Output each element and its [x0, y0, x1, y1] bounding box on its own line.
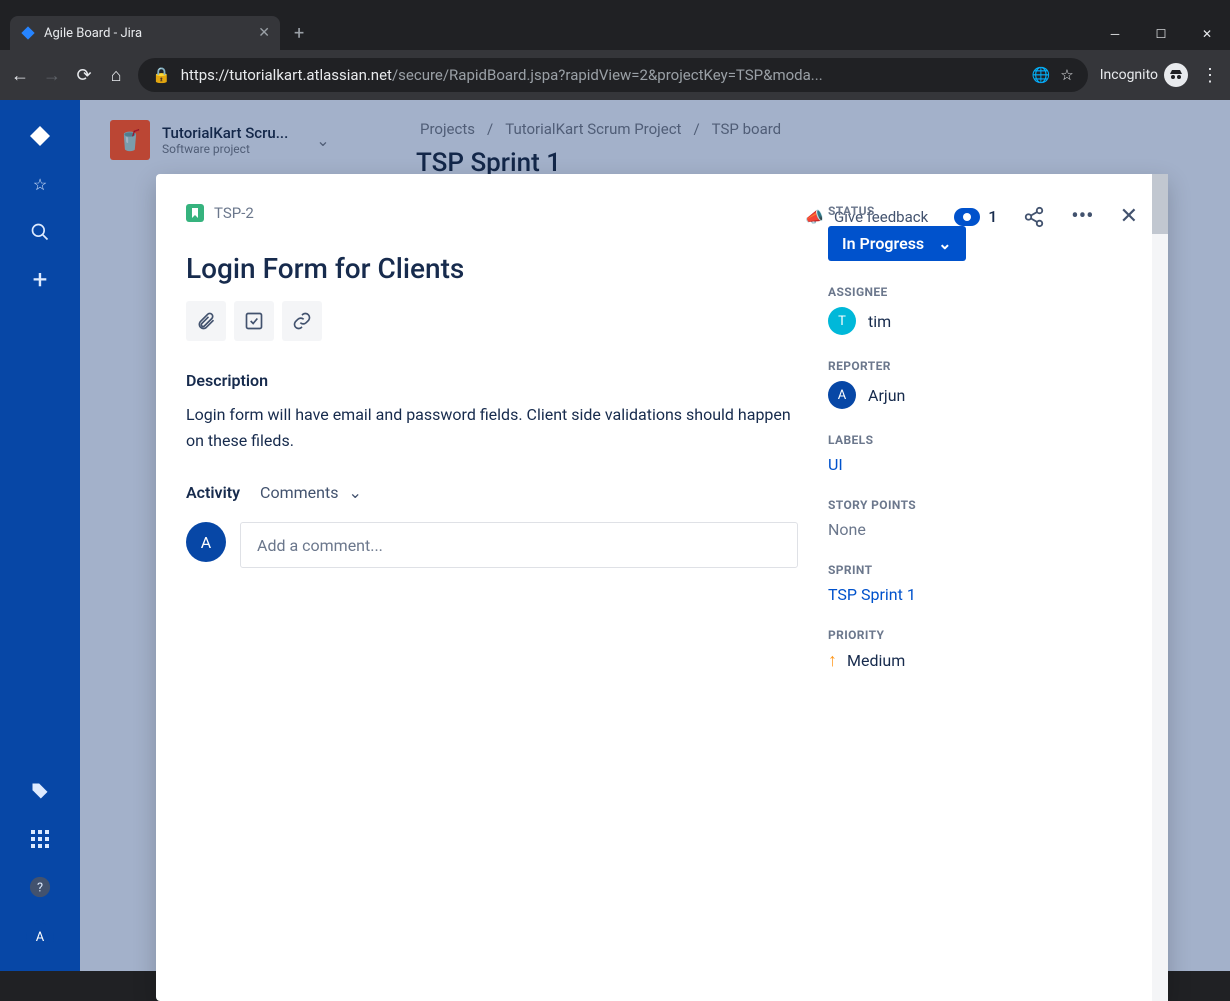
assignee-name: tim: [868, 312, 891, 331]
url-text: https://tutorialkart.atlassian.net/secur…: [181, 66, 823, 84]
star-icon[interactable]: ☆: [28, 172, 52, 196]
assignee-field[interactable]: T tim: [828, 307, 1138, 335]
sprint-link[interactable]: TSP Sprint 1: [828, 585, 916, 604]
home-button[interactable]: ⌂: [106, 65, 126, 85]
address-bar[interactable]: 🔒 https://tutorialkart.atlassian.net/sec…: [138, 58, 1088, 92]
give-feedback-button[interactable]: 📣 Give feedback: [805, 208, 828, 226]
label-value[interactable]: UI: [828, 455, 843, 474]
tag-icon[interactable]: [28, 779, 52, 803]
translate-icon[interactable]: 🌐: [1032, 66, 1051, 84]
tab-close-icon[interactable]: ✕: [258, 25, 270, 41]
create-icon[interactable]: +: [28, 268, 52, 292]
status-label: STATUS: [828, 204, 1138, 218]
status-dropdown[interactable]: In Progress ⌄: [828, 226, 966, 261]
description-label: Description: [186, 371, 798, 390]
new-tab-button[interactable]: +: [294, 23, 304, 44]
bookmark-star-icon[interactable]: ☆: [1060, 66, 1073, 84]
user-avatar[interactable]: A: [26, 923, 54, 951]
assignee-avatar: T: [828, 307, 856, 335]
window-maximize-button[interactable]: ☐: [1138, 18, 1184, 50]
megaphone-icon: 📣: [805, 208, 824, 226]
add-link-button[interactable]: [282, 301, 322, 341]
activity-label: Activity: [186, 483, 240, 502]
search-icon[interactable]: [28, 220, 52, 244]
reporter-field[interactable]: A Arjun: [828, 381, 1138, 409]
description-body[interactable]: Login form will have email and password …: [186, 402, 798, 453]
status-value: In Progress: [842, 234, 924, 253]
activity-filter-label: Comments: [260, 483, 338, 502]
issue-modal: TSP-2 📣 Give feedback 1 ••• ✕ Login Fo: [156, 174, 1168, 1001]
chevron-down-icon: ⌄: [348, 483, 361, 502]
scrollbar[interactable]: [1152, 174, 1168, 1001]
add-checklist-button[interactable]: [234, 301, 274, 341]
sprint-label: SPRINT: [828, 563, 1138, 577]
back-button[interactable]: ←: [10, 65, 30, 85]
attach-button[interactable]: [186, 301, 226, 341]
reporter-avatar: A: [828, 381, 856, 409]
comment-input[interactable]: Add a comment...: [240, 522, 798, 568]
storypoints-label: STORY POINTS: [828, 498, 1138, 512]
app-switcher-icon[interactable]: [28, 827, 52, 851]
incognito-icon: [1164, 63, 1188, 87]
assignee-label: ASSIGNEE: [828, 285, 1138, 299]
incognito-badge: Incognito: [1100, 63, 1188, 87]
issue-title[interactable]: Login Form for Clients: [186, 252, 798, 285]
priority-field[interactable]: ↑ Medium: [828, 650, 1138, 671]
labels-label: LABELS: [828, 433, 1138, 447]
browser-tab[interactable]: Agile Board - Jira ✕: [10, 16, 280, 50]
issue-key[interactable]: TSP-2: [214, 204, 254, 222]
browser-menu-icon[interactable]: ⋮: [1200, 65, 1220, 85]
forward-button[interactable]: →: [42, 65, 62, 85]
storypoints-value[interactable]: None: [828, 520, 1138, 539]
priority-medium-icon: ↑: [828, 650, 837, 671]
jira-home-icon[interactable]: [28, 124, 52, 148]
svg-text:?: ?: [37, 881, 43, 896]
story-icon: [186, 204, 204, 222]
jira-global-sidebar: ☆ + ? A: [0, 100, 80, 971]
activity-filter[interactable]: Comments ⌄: [260, 483, 362, 502]
chevron-down-icon: ⌄: [938, 234, 951, 253]
tab-title: Agile Board - Jira: [44, 26, 142, 41]
current-user-avatar: A: [186, 522, 226, 562]
lock-icon: 🔒: [152, 66, 171, 84]
priority-label: PRIORITY: [828, 628, 1138, 642]
reporter-label: REPORTER: [828, 359, 1138, 373]
reload-button[interactable]: ⟳: [74, 65, 94, 85]
jira-favicon: [20, 25, 36, 41]
help-icon[interactable]: ?: [28, 875, 52, 899]
comment-placeholder: Add a comment...: [257, 536, 383, 555]
priority-value: Medium: [847, 651, 905, 670]
window-minimize-button[interactable]: ─: [1092, 18, 1138, 50]
reporter-name: Arjun: [868, 386, 905, 405]
window-close-button[interactable]: ✕: [1184, 18, 1230, 50]
